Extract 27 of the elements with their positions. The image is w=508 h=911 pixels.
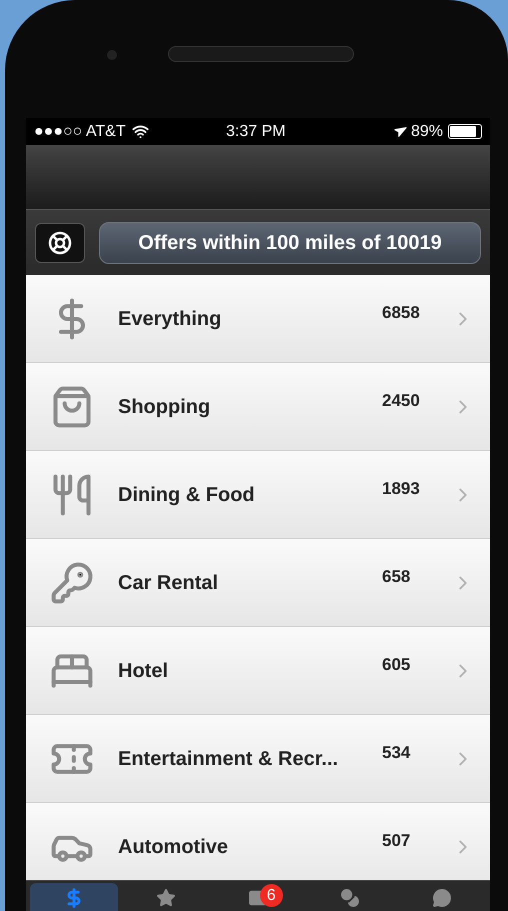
category-row[interactable]: Hotel 605 [26,627,490,715]
offer-count: 507 [382,830,412,852]
category-row[interactable]: Car Rental 658 [26,539,490,627]
category-row[interactable]: Shopping 2450 [26,363,490,451]
notification-badge: 6 [260,884,283,907]
category-row[interactable]: Dining & Food 1893 [26,451,490,539]
clock-time: 3:37 PM [226,122,286,142]
category-label: Entertainment & Recr... [118,746,340,772]
tab-item[interactable]: 6 [214,883,302,911]
battery-percent: 89% [410,122,443,142]
offer-count: 2450 [382,390,421,412]
offer-count: 6858 [382,302,421,324]
offer-count: 658 [382,566,412,588]
offer-count: 1893 [382,478,421,500]
category-label: Dining & Food [118,482,256,508]
category-label: Automotive [118,834,229,860]
offer-count: 534 [382,742,412,764]
category-row[interactable]: Automotive 507 [26,803,490,880]
category-label: Hotel [118,658,169,684]
category-row[interactable]: Everything 6858 [26,275,490,363]
carrier-signal: ●●●○○ AT&T [34,122,126,142]
category-label: Car Rental [118,570,220,596]
category-label: Shopping [118,394,212,420]
category-label: Everything [118,306,222,332]
location-filter-button[interactable]: Offers within 100 miles of 10019 [99,222,481,264]
category-row[interactable]: Entertainment & Recr... 534 [26,715,490,803]
offer-count: 605 [382,654,412,676]
